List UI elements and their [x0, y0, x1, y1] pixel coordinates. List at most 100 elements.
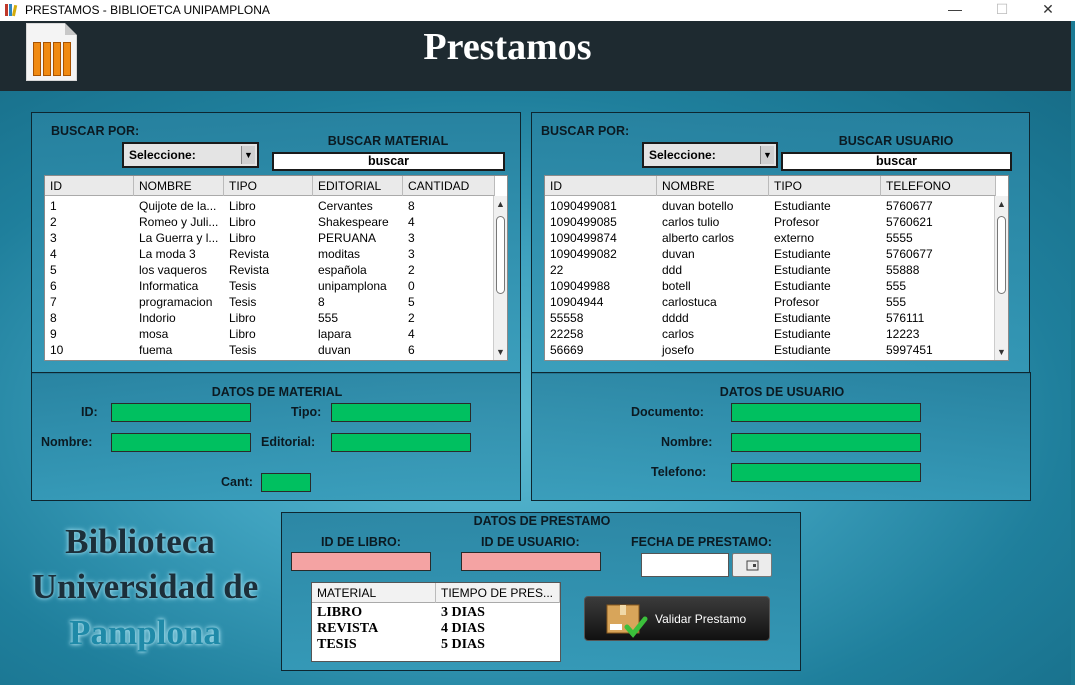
- table-row[interactable]: 1090499081 duvan botello Estudiante 5760677: [545, 198, 996, 214]
- table-cell: moditas: [318, 247, 361, 261]
- table-row[interactable]: 1090499082 duvan Estudiante 5760677: [545, 246, 996, 262]
- table-row[interactable]: 10904944 carlostuca Profesor 555: [545, 294, 996, 310]
- material-table-scrollbar[interactable]: ▲ ▼: [493, 196, 507, 360]
- column-header-tipo[interactable]: TIPO: [769, 176, 881, 196]
- maximize-button[interactable]: ☐: [987, 1, 1017, 18]
- scroll-up-icon[interactable]: ▲: [494, 197, 507, 211]
- column-header-tipo[interactable]: TIPO: [224, 176, 313, 196]
- column-header-telefono[interactable]: TELEFONO: [881, 176, 996, 196]
- table-cell: fuema: [139, 343, 173, 357]
- table-row[interactable]: 3 La Guerra y l... Libro PERUANA 3: [45, 230, 495, 246]
- table-row[interactable]: 2 Romeo y Juli... Libro Shakespeare 4: [45, 214, 495, 230]
- table-row[interactable]: 1090499085 carlos tulio Profesor 5760621: [545, 214, 996, 230]
- validar-prestamo-button[interactable]: Validar Prestamo: [584, 596, 770, 641]
- window-title: PRESTAMOS - BIBLIOETCA UNIPAMPLONA: [25, 3, 270, 17]
- branding-line-2: Universidad de: [31, 567, 259, 606]
- user-nombre-field[interactable]: [731, 433, 921, 452]
- table-row[interactable]: 8 Indorio Libro 555 2: [45, 310, 495, 326]
- material-nombre-label: Nombre:: [41, 435, 93, 449]
- table-row[interactable]: 1090499874 alberto carlos externo 5555: [545, 230, 996, 246]
- column-header-nombre[interactable]: NOMBRE: [657, 176, 769, 196]
- table-row[interactable]: 56669 josefo Estudiante 5997451: [545, 342, 996, 358]
- material-editorial-field[interactable]: [331, 433, 471, 452]
- table-row[interactable]: 22 ddd Estudiante 55888: [545, 262, 996, 278]
- column-header-id[interactable]: ID: [45, 176, 134, 196]
- table-cell: josefo: [662, 343, 695, 357]
- table-row[interactable]: 55558 dddd Estudiante 576111: [545, 310, 996, 326]
- user-search-input[interactable]: buscar: [781, 152, 1012, 171]
- table-cell: 8: [318, 295, 325, 309]
- table-cell: 4: [408, 327, 415, 341]
- scroll-thumb[interactable]: [997, 216, 1006, 294]
- scroll-down-icon[interactable]: ▼: [995, 345, 1008, 359]
- table-row[interactable]: 9 mosa Libro lapara 4: [45, 326, 495, 342]
- table-cell: Shakespeare: [318, 215, 389, 229]
- scroll-up-icon[interactable]: ▲: [995, 197, 1008, 211]
- material-tipo-field[interactable]: [331, 403, 471, 422]
- table-row[interactable]: LIBRO 3 DIAS: [312, 605, 560, 621]
- scroll-down-icon[interactable]: ▼: [494, 345, 507, 359]
- column-header-tiempo[interactable]: TIEMPO DE PRES...: [436, 583, 560, 603]
- table-cell: 2: [408, 311, 415, 325]
- table-cell: 4: [408, 215, 415, 229]
- material-filter-select[interactable]: Seleccione: ▼: [122, 142, 259, 168]
- branding-line-1: Biblioteca: [65, 522, 215, 561]
- table-row[interactable]: 22258 carlos Estudiante 12223: [545, 326, 996, 342]
- user-filter-select[interactable]: Seleccione: ▼: [642, 142, 778, 168]
- table-cell: Libro: [229, 311, 256, 325]
- table-row[interactable]: 109049988 botell Estudiante 555: [545, 278, 996, 294]
- table-row[interactable]: 6 Informatica Tesis unipamplona 0: [45, 278, 495, 294]
- table-cell: 1090499085: [550, 215, 617, 229]
- id-libro-label: ID DE LIBRO:: [321, 535, 401, 549]
- minimize-button[interactable]: —: [940, 1, 970, 17]
- table-cell: 5760677: [886, 199, 933, 213]
- table-row[interactable]: 1 Quijote de la... Libro Cervantes 8: [45, 198, 495, 214]
- material-search-input[interactable]: buscar: [272, 152, 505, 171]
- material-cant-field[interactable]: [261, 473, 311, 492]
- scroll-thumb[interactable]: [496, 216, 505, 294]
- table-cell: 555: [886, 279, 907, 293]
- calendar-icon: [746, 560, 759, 571]
- table-cell: 4: [50, 247, 57, 261]
- loan-terms-table: MATERIAL TIEMPO DE PRES... LIBRO 3 DIAS RE…: [311, 582, 561, 662]
- table-cell: 2: [408, 263, 415, 277]
- table-cell: 8: [408, 199, 415, 213]
- table-cell: duvan botello: [662, 199, 734, 213]
- id-usuario-field[interactable]: [461, 552, 601, 571]
- column-header-material[interactable]: MATERIAL: [312, 583, 436, 603]
- user-documento-field[interactable]: [731, 403, 921, 422]
- table-row[interactable]: 5 los vaqueros Revista española 2: [45, 262, 495, 278]
- table-cell: Libro: [229, 327, 256, 341]
- table-cell: duvan: [662, 247, 695, 261]
- table-row[interactable]: TESIS 5 DIAS: [312, 637, 560, 653]
- user-data-panel: DATOS DE USUARIO Documento: Nombre: Tele…: [531, 372, 1031, 501]
- user-telefono-field[interactable]: [731, 463, 921, 482]
- column-header-id[interactable]: ID: [545, 176, 657, 196]
- column-header-cantidad[interactable]: CANTIDAD: [403, 176, 495, 196]
- close-button[interactable]: ✕: [1033, 1, 1063, 18]
- table-row[interactable]: 10 fuema Tesis duvan 6: [45, 342, 495, 358]
- table-cell: 55888: [886, 263, 920, 277]
- material-id-field[interactable]: [111, 403, 251, 422]
- table-cell: 2: [50, 215, 57, 229]
- column-header-nombre[interactable]: NOMBRE: [134, 176, 224, 196]
- material-nombre-field[interactable]: [111, 433, 251, 452]
- table-cell: dddd: [662, 311, 689, 325]
- fecha-prestamo-input[interactable]: [641, 553, 729, 577]
- table-cell: 4 DIAS: [441, 621, 485, 636]
- column-header-editorial[interactable]: EDITORIAL: [313, 176, 403, 196]
- table-cell: Estudiante: [774, 279, 831, 293]
- material-id-label: ID:: [81, 405, 98, 419]
- table-row[interactable]: 4 La moda 3 Revista moditas 3: [45, 246, 495, 262]
- table-row[interactable]: 7 programacion Tesis 8 5: [45, 294, 495, 310]
- table-row[interactable]: REVISTA 4 DIAS: [312, 621, 560, 637]
- table-cell: LIBRO: [317, 605, 363, 620]
- user-search-by-label: BUSCAR POR:: [541, 124, 630, 138]
- table-cell: 576111: [886, 311, 925, 325]
- user-table-scrollbar[interactable]: ▲ ▼: [994, 196, 1008, 360]
- table-cell: 22258: [550, 327, 584, 341]
- table-cell: 22: [550, 263, 564, 277]
- calendar-button[interactable]: [732, 553, 772, 577]
- id-libro-field[interactable]: [291, 552, 431, 571]
- page-title: Prestamos: [423, 26, 592, 68]
